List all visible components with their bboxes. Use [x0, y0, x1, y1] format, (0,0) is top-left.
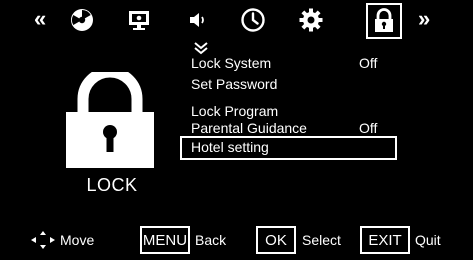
menu-item-lock-system[interactable]: Lock System [191, 55, 271, 71]
tab-channel[interactable] [122, 4, 156, 36]
clock-icon [241, 8, 265, 32]
move-label: Move [60, 232, 95, 248]
quit-label: Quit [415, 232, 441, 248]
menu-item-set-password[interactable]: Set Password [191, 76, 277, 92]
tab-sound[interactable] [180, 4, 214, 36]
section-label: LOCK [86, 175, 138, 195]
top-tab-bar: « » [0, 0, 473, 42]
padlock-icon [66, 66, 154, 168]
tab-picture[interactable] [65, 4, 99, 36]
next-page-button[interactable]: » [418, 6, 430, 32]
menu-item-hotel-setting[interactable]: Hotel setting [191, 139, 269, 155]
select-label: Select [302, 232, 341, 248]
chevron-up-icon[interactable] [193, 41, 209, 55]
back-hint: MENU Back [140, 226, 226, 254]
sound-icon [190, 13, 204, 27]
lock-system-value: Off [359, 55, 378, 71]
picture-icon [71, 9, 93, 31]
prev-page-button[interactable]: « [34, 6, 46, 32]
menu-item-parental-guidance[interactable]: Parental Guidance [191, 120, 307, 136]
tab-time[interactable] [236, 4, 270, 36]
back-label: Back [195, 232, 227, 248]
key-hint-bar: Move MENU Back OK Select EXIT Quit [0, 226, 473, 256]
tab-lock[interactable] [366, 3, 402, 39]
dpad-arrows-icon [31, 231, 55, 249]
channel-icon [129, 11, 149, 30]
move-hint: Move [30, 226, 94, 254]
tab-setup[interactable] [294, 4, 328, 36]
exit-key[interactable]: EXIT [360, 226, 410, 254]
menu-item-lock-program[interactable]: Lock Program [191, 103, 278, 119]
ok-key[interactable]: OK [256, 226, 296, 254]
menu-key[interactable]: MENU [140, 226, 190, 254]
gear-icon [299, 8, 323, 32]
lock-icon [375, 8, 393, 32]
select-hint: OK Select [256, 226, 341, 254]
quit-hint: EXIT Quit [360, 226, 441, 254]
parental-guidance-value: Off [359, 120, 378, 136]
section-icon-panel [60, 66, 160, 177]
